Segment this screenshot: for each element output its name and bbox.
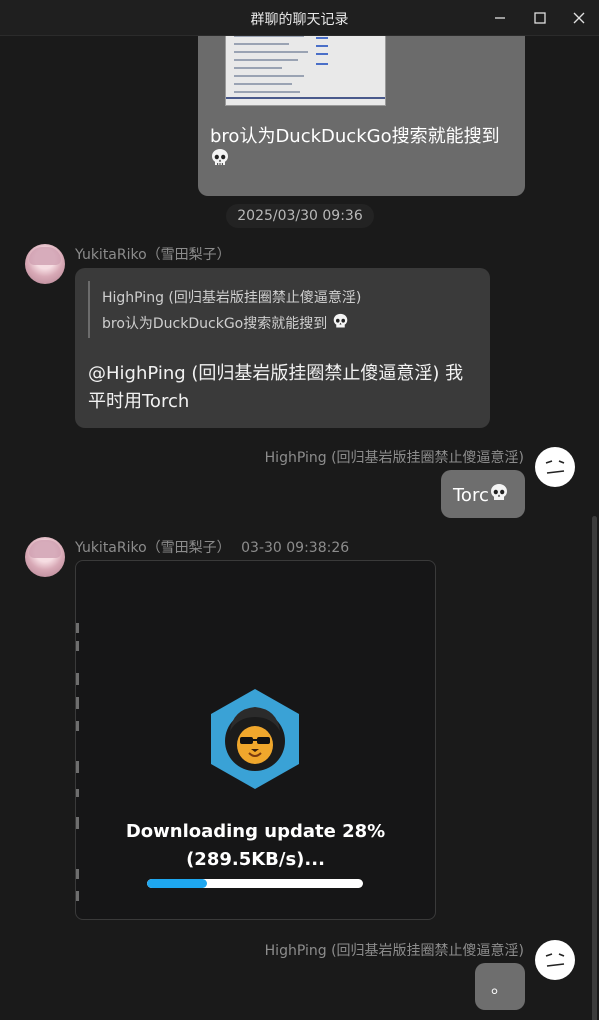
image-message-card[interactable]: Downloading update 28% (289.5KB/s)... (75, 560, 436, 920)
skull-icon (332, 313, 349, 334)
skull-icon (210, 148, 230, 173)
timestamp-divider: 2025/03/30 09:36 (226, 204, 374, 228)
scrollbar-thumb[interactable] (592, 516, 597, 1020)
close-icon[interactable] (566, 5, 592, 31)
lion-hexagon-icon (208, 687, 302, 795)
quote-text: bro认为DuckDuckGo搜索就能搜到 (102, 316, 328, 332)
message-time: 03-30 09:38:26 (241, 540, 350, 556)
image-caption: bro认为DuckDuckGo搜索就能搜到 (210, 122, 525, 173)
reply-message-bubble[interactable]: HighPing (回归基岩版挂圈禁止傻逼意淫) bro认为DuckDuckGo… (75, 268, 490, 428)
sender-name: YukitaRiko（雪田梨子） (75, 247, 231, 263)
minimize-icon[interactable] (487, 5, 513, 31)
message-text-line: Torc (453, 483, 509, 508)
quote-text-line: bro认为DuckDuckGo搜索就能搜到 (102, 313, 349, 334)
download-status-text: Downloading update 28% (125, 821, 386, 842)
message-text: @HighPing (回归基岩版挂圈禁止傻逼意淫) 我平时用Torch (88, 363, 464, 412)
download-speed-text: (289.5KB/s)... (186, 849, 325, 870)
avatar[interactable] (535, 940, 575, 980)
sender-name: YukitaRiko（雪田梨子） (75, 540, 231, 556)
sender-name: HighPing (回归基岩版挂圈禁止傻逼意淫) (264, 450, 524, 466)
download-progress-bar (147, 879, 363, 888)
message-text: Torc (453, 485, 489, 506)
maximize-icon[interactable] (527, 5, 553, 31)
avatar[interactable] (25, 244, 65, 284)
progress-fill (147, 879, 208, 888)
message-bubble[interactable]: 。 (475, 963, 525, 1010)
image-message-bubble[interactable]: bro认为DuckDuckGo搜索就能搜到 (198, 36, 525, 196)
screenshot-thumbnail[interactable] (225, 36, 386, 106)
message-text: 。 (491, 977, 509, 998)
avatar[interactable] (535, 447, 575, 487)
window-titlebar: 群聊的聊天记录 (0, 0, 599, 36)
message-bubble[interactable]: Torc (441, 470, 525, 518)
sender-name: HighPing (回归基岩版挂圈禁止傻逼意淫) (264, 943, 524, 959)
caption-text: bro认为DuckDuckGo搜索就能搜到 (210, 126, 500, 147)
skull-icon (489, 483, 509, 508)
quote-sender: HighPing (回归基岩版挂圈禁止傻逼意淫) (102, 290, 362, 306)
avatar[interactable] (25, 537, 65, 577)
quoted-message[interactable]: HighPing (回归基岩版挂圈禁止傻逼意淫) bro认为DuckDuckGo… (88, 281, 390, 338)
sender-name-line: YukitaRiko（雪田梨子） 03-30 09:38:26 (75, 537, 349, 557)
chat-history-panel[interactable]: bro认为DuckDuckGo搜索就能搜到 2025/03/30 09:36 Y… (0, 36, 599, 1020)
